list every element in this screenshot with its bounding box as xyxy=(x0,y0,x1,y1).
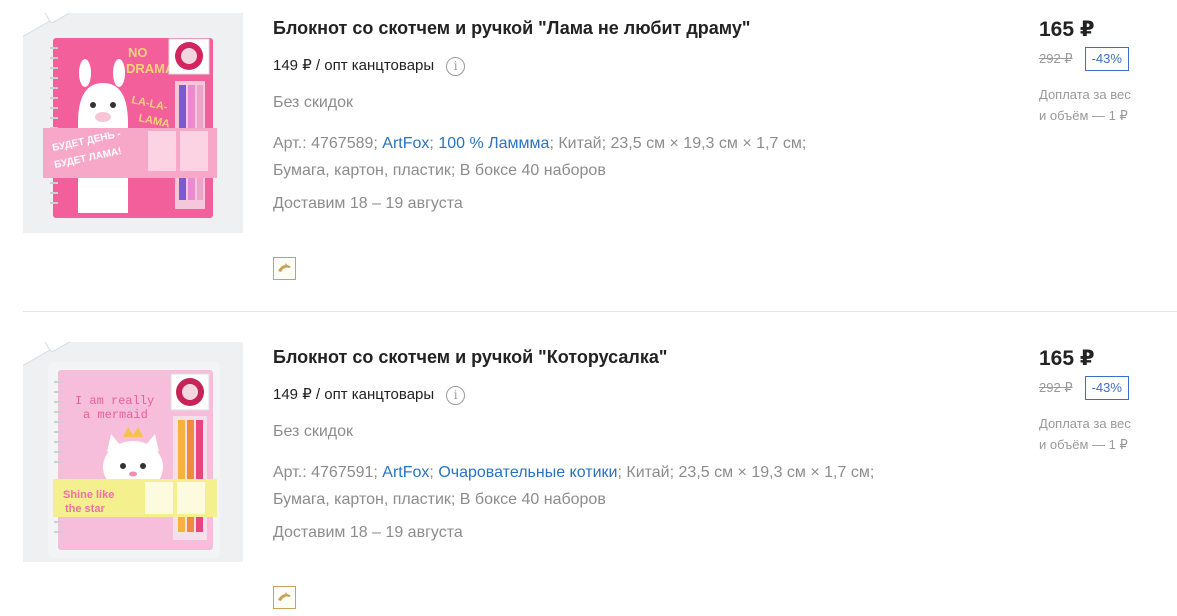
materials: Бумага, картон, пластик; xyxy=(273,162,456,179)
product-image[interactable]: NO DRAMA LA-LA- LAMA БУДЕТ ДЕНЬ - БУДЕТ … xyxy=(23,13,243,233)
product-card: NO DRAMA LA-LA- LAMA БУДЕТ ДЕНЬ - БУДЕТ … xyxy=(0,0,1177,312)
series-link[interactable]: 100 % Ламмма xyxy=(438,135,549,152)
country: Китай; xyxy=(558,135,607,152)
weight-surcharge: Доплата за вес и объём — 1 ₽ xyxy=(1039,416,1131,452)
brand-link[interactable]: ArtFox xyxy=(382,464,429,481)
discount-badge: -43% xyxy=(1084,376,1129,400)
dolphin-icon[interactable] xyxy=(273,257,296,280)
product-list: NO DRAMA LA-LA- LAMA БУДЕТ ДЕНЬ - БУДЕТ … xyxy=(0,0,1177,616)
old-price: 292 ₽ xyxy=(1039,380,1073,395)
wholesale-price: 149 ₽ / опт канцтовары xyxy=(273,57,435,74)
no-discount-label: Без скидок xyxy=(273,423,353,440)
materials: Бумага, картон, пластик; xyxy=(273,491,456,508)
delivery-date: Доставим 18 – 19 августа xyxy=(273,524,463,541)
box-quantity: В боксе 40 наборов xyxy=(459,491,606,508)
divider xyxy=(23,311,1177,312)
svg-text:a mermaid: a mermaid xyxy=(83,408,148,422)
price-box: 165 ₽ 292 ₽ -43% Доплата за вес и объём … xyxy=(1039,346,1174,455)
price-box: 165 ₽ 292 ₽ -43% Доплата за вес и объём … xyxy=(1039,17,1174,126)
wholesale-price-row: 149 ₽ / опт канцтовары i xyxy=(273,56,993,76)
discount-badge: -43% xyxy=(1084,47,1129,71)
product-attributes: Арт.: 4767589; ArtFox; 100 % Ламмма; Кит… xyxy=(273,135,807,179)
product-title[interactable]: Блокнот со скотчем и ручкой "Которусалка… xyxy=(273,346,993,368)
notebook-mermaid-cat-illustration: I am really a mermaid Shine like the sta… xyxy=(23,342,243,562)
product-info: Блокнот со скотчем и ручкой "Которусалка… xyxy=(273,346,993,543)
product-info: Блокнот со скотчем и ручкой "Лама не люб… xyxy=(273,17,993,214)
product-title[interactable]: Блокнот со скотчем и ручкой "Лама не люб… xyxy=(273,17,993,39)
dimensions: 23,5 см × 19,3 см × 1,7 см; xyxy=(610,135,807,152)
svg-text:Shine like: Shine like xyxy=(63,489,114,501)
no-discount-label: Без скидок xyxy=(273,94,353,111)
article-number: Арт.: 4767591; xyxy=(273,464,378,481)
dimensions: 23,5 см × 19,3 см × 1,7 см; xyxy=(678,464,875,481)
brand-link[interactable]: ArtFox xyxy=(382,135,429,152)
box-quantity: В боксе 40 наборов xyxy=(459,162,606,179)
product-image[interactable]: I am really a mermaid Shine like the sta… xyxy=(23,342,243,562)
wholesale-price-row: 149 ₽ / опт канцтовары i xyxy=(273,385,993,405)
delivery-date: Доставим 18 – 19 августа xyxy=(273,195,463,212)
product-attributes: Арт.: 4767591; ArtFox; Очаровательные ко… xyxy=(273,464,875,508)
notebook-llama-illustration: NO DRAMA LA-LA- LAMA БУДЕТ ДЕНЬ - БУДЕТ … xyxy=(23,13,243,233)
svg-text:I am really: I am really xyxy=(75,394,154,408)
wholesale-price: 149 ₽ / опт канцтовары xyxy=(273,386,435,403)
old-price: 292 ₽ xyxy=(1039,51,1073,66)
info-icon[interactable]: i xyxy=(446,385,466,405)
current-price: 165 ₽ xyxy=(1039,18,1095,41)
info-icon[interactable]: i xyxy=(446,56,466,76)
svg-text:the star: the star xyxy=(65,503,105,515)
product-card: I am really a mermaid Shine like the sta… xyxy=(0,329,1177,616)
svg-text:DRAMA: DRAMA xyxy=(126,61,175,76)
article-number: Арт.: 4767589; xyxy=(273,135,378,152)
cover-text-1: NO xyxy=(128,45,148,60)
country: Китай; xyxy=(626,464,675,481)
current-price: 165 ₽ xyxy=(1039,347,1095,370)
dolphin-icon[interactable] xyxy=(273,586,296,609)
series-link[interactable]: Очаровательные котики xyxy=(438,464,617,481)
weight-surcharge: Доплата за вес и объём — 1 ₽ xyxy=(1039,87,1131,123)
